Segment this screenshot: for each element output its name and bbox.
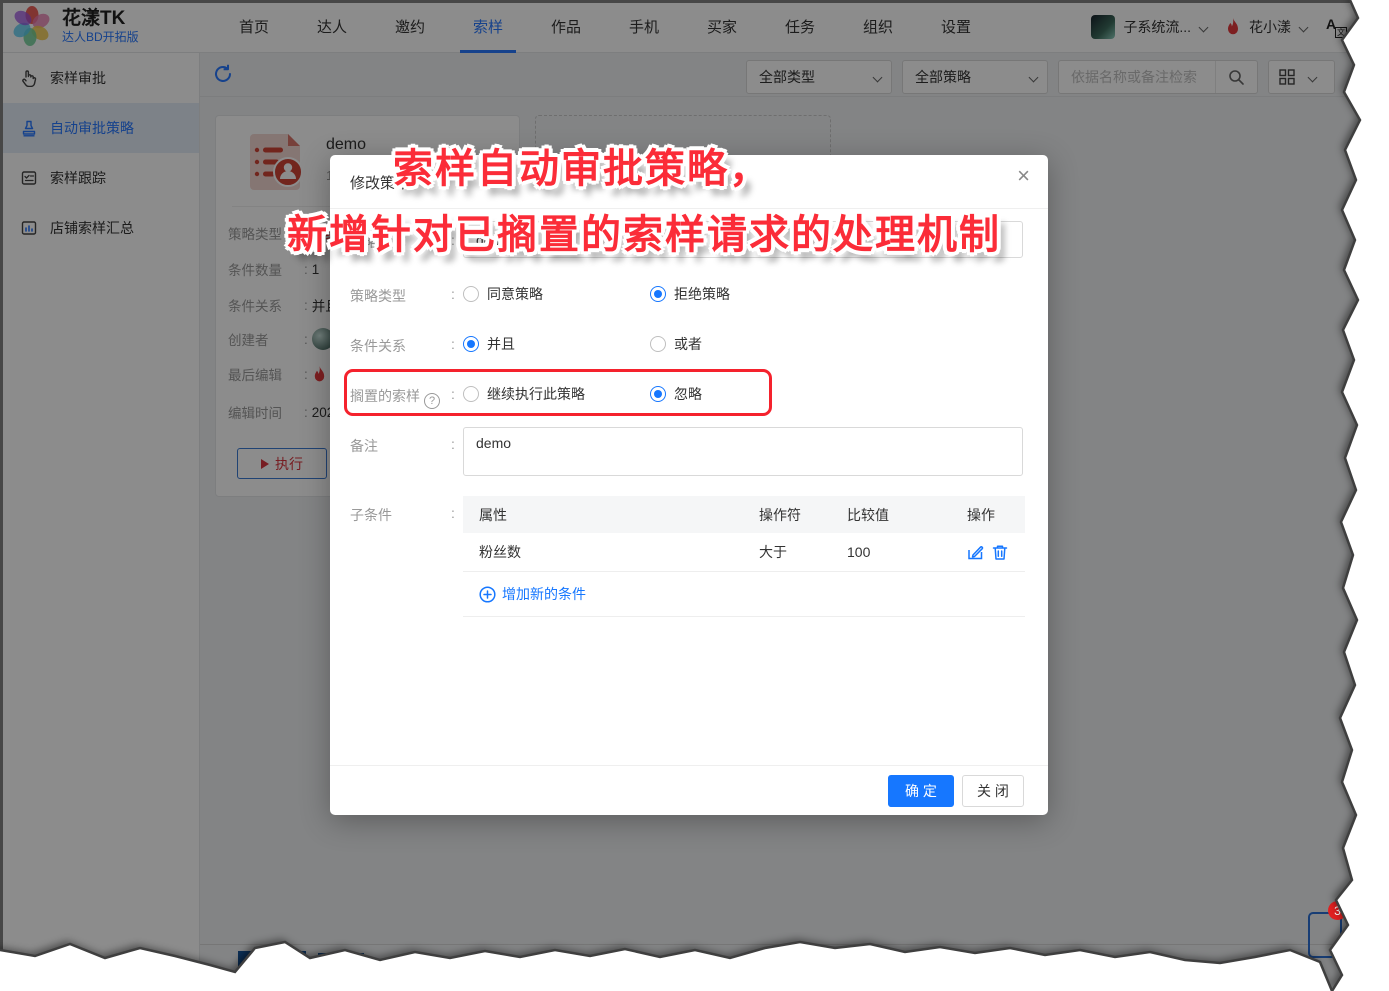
help-icon[interactable]: ?	[424, 393, 440, 409]
radio-icon	[463, 286, 479, 302]
radio-ignore[interactable]: 忽略	[650, 384, 702, 404]
condition-relation-label: 条件关系	[350, 336, 406, 356]
radio-icon	[650, 336, 666, 352]
radio-icon	[650, 386, 666, 402]
modal-title: 修改策略	[350, 172, 410, 193]
edit-policy-modal: 修改策略 × 策略名称 : 策略类型 : 同意策略 拒绝策略 条件关系 : 并且…	[330, 155, 1048, 815]
radio-icon	[463, 336, 479, 352]
close-button[interactable]: 关 闭	[962, 775, 1024, 807]
policy-name-label: 策略名称	[350, 232, 406, 252]
conditions-table: 属性 操作符 比较值 操作 粉丝数 大于 100	[463, 496, 1025, 617]
condition-operator: 大于	[759, 542, 847, 562]
remark-label: 备注	[350, 436, 378, 456]
radio-icon	[463, 386, 479, 402]
table-add-row: 增加新的条件	[463, 572, 1025, 617]
shelved-sample-label: 搁置的索样?	[350, 386, 440, 409]
condition-value: 100	[847, 544, 967, 560]
policy-type-label: 策略类型	[350, 286, 406, 306]
condition-attribute: 粉丝数	[463, 542, 759, 562]
table-row: 粉丝数 大于 100	[463, 533, 1025, 572]
radio-icon	[650, 286, 666, 302]
add-condition-link[interactable]: 增加新的条件	[479, 584, 586, 604]
screenshot-root: 花漾TK 达人BD开拓版 首页 达人 邀约 索样 作品 手机 买家 任务 组织 …	[0, 0, 1389, 991]
sub-conditions-label: 子条件	[350, 505, 392, 525]
radio-agree-policy[interactable]: 同意策略	[463, 284, 543, 304]
notification-badge[interactable]: 3	[1328, 901, 1347, 920]
radio-or[interactable]: 或者	[650, 334, 702, 354]
table-header-row: 属性 操作符 比较值 操作	[463, 496, 1025, 533]
edit-icon[interactable]	[967, 544, 984, 561]
close-icon[interactable]: ×	[1017, 165, 1030, 187]
radio-reject-policy[interactable]: 拒绝策略	[650, 284, 730, 304]
plus-circle-icon	[479, 586, 496, 603]
radio-continue-policy[interactable]: 继续执行此策略	[463, 384, 585, 404]
confirm-button[interactable]: 确 定	[888, 775, 954, 807]
policy-name-input[interactable]	[463, 221, 1023, 258]
radio-and[interactable]: 并且	[463, 334, 515, 354]
remark-textarea[interactable]: demo	[463, 427, 1023, 476]
delete-icon[interactable]	[992, 544, 1008, 561]
